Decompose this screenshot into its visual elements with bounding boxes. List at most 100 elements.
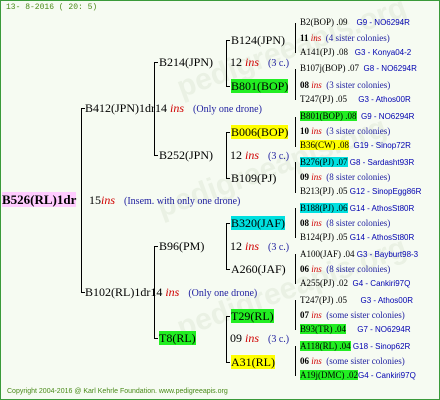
insem-info: 10 ins (3 sister colonies) — [300, 127, 390, 136]
queen-name: B188(PJ) — [300, 203, 335, 213]
insem-note: (3 sister colonies) — [326, 126, 391, 136]
ref-code: G12 - SinopEgg86R — [349, 187, 422, 196]
queen-node[interactable]: B109(PJ) — [231, 172, 276, 184]
queen-node[interactable]: B320(JAF) — [231, 216, 286, 230]
insem-label: ins — [311, 310, 322, 320]
queen-name: B36(CW) — [300, 140, 336, 150]
ancestor-row[interactable]: A100(JAF) .04 G3 - Bayburt98-3 — [300, 250, 418, 259]
ancestor-row[interactable]: T247(PJ) .05 G3 - Athos00R — [300, 296, 413, 305]
tree-line — [154, 155, 158, 156]
queen-name: B102(RL)1dr — [85, 285, 151, 299]
insem-note: (some sister colonies) — [326, 310, 405, 320]
ancestor-row[interactable]: B36(CW) .08 G19 - Sinop72R — [300, 140, 411, 150]
queen-name: A260(JAF) — [231, 262, 286, 276]
queen-node[interactable]: B96(PM) — [159, 240, 204, 252]
year: .05 — [335, 94, 347, 104]
queen-name: B006(BOP) — [231, 125, 289, 139]
queen-name: B107j(BOP) — [300, 63, 346, 73]
ancestor-row[interactable]: B124(PJ) .05 G14 - AthosSt80R — [300, 233, 414, 242]
queen-node[interactable]: B252(JPN) — [159, 149, 213, 161]
ancestor-row[interactable]: B276(PJ) .07 G8 - Sardasht93R — [300, 157, 414, 167]
insem-note: (8 sister colonies) — [326, 264, 391, 274]
insem-note: (3 c.) — [268, 334, 290, 345]
queen-name: B252(JPN) — [159, 148, 214, 162]
queen-name: B124(JPN) — [231, 33, 286, 47]
tree-line — [226, 40, 227, 86]
queen-node[interactable]: B214(JPN) — [159, 56, 213, 68]
queen-name: A19j(DMC) — [300, 370, 345, 380]
queen-node[interactable]: T29(RL) — [231, 309, 274, 323]
queen-name: A255(PJ) — [300, 278, 335, 288]
year: .09 — [336, 17, 348, 27]
ancestor-row[interactable]: T247(PJ) .05 G3 - Athos00R — [300, 95, 411, 104]
year: .04 — [339, 341, 351, 351]
insem-label: ins — [101, 193, 116, 207]
insem-count: 10 — [300, 126, 309, 136]
tree-line — [154, 338, 158, 339]
ancestor-row[interactable]: B213(PJ) .05 G12 - SinopEgg86R — [300, 187, 421, 196]
sire-queen[interactable]: B412(JPN)1dr14 ins (Only one drone) — [85, 102, 262, 115]
queen-node[interactable]: B006(BOP) — [231, 125, 289, 139]
insem-count: 12 — [230, 239, 242, 253]
queen-name: T247(PJ) — [300, 295, 334, 305]
ref-code: G3 - Athos00R — [358, 95, 411, 104]
queen-name: B801(BOP) — [300, 111, 344, 121]
year: .02 — [336, 278, 349, 288]
ref-code: G14 - AthosSt80R — [349, 204, 415, 213]
insem-info: 06 ins (some sister colonies) — [300, 357, 405, 366]
root-queen[interactable]: B526(RL)1dr — [2, 192, 77, 207]
queen-node[interactable]: B124(JPN) — [231, 34, 285, 46]
insem-label: ins — [245, 239, 260, 253]
ancestor-row[interactable]: B107j(BOP) .07 G8 - NO6294R — [300, 64, 417, 73]
insem-note: (3 c.) — [268, 242, 290, 253]
insem-info: 08 ins (3 sister colonies) — [300, 81, 390, 90]
insem-count: 15 — [89, 193, 101, 207]
queen-name: B526(RL)1dr — [2, 192, 77, 207]
tree-line — [81, 108, 82, 292]
ancestor-row[interactable]: A19j(DMC) .02G4 - Cankiri97Q — [300, 370, 416, 380]
ref-code: G3 - Athos00R — [360, 296, 413, 305]
ref-code: G8 - NO6294R — [363, 64, 417, 73]
year: .05 — [336, 186, 348, 196]
queen-node[interactable]: B801(BOP) — [231, 79, 289, 93]
queen-node[interactable]: T8(RL) — [159, 331, 196, 345]
queen-name: A141(PJ) — [300, 47, 335, 57]
tree-line — [226, 316, 227, 362]
tree-line — [226, 316, 230, 317]
ancestor-row[interactable]: A141(PJ) .08 G3 - Konya04-2 — [300, 48, 411, 57]
ancestor-row[interactable]: B2(BOP) .09 G9 - NO6294R — [300, 18, 410, 27]
ancestor-row[interactable]: B188(PJ) .06 G14 - AthosSt80R — [300, 203, 415, 213]
insem-label: ins — [311, 126, 322, 136]
tree-line — [226, 86, 230, 87]
insem-info: 11 ins (4 sister colonies) — [300, 34, 390, 43]
insem-label: ins — [311, 80, 322, 90]
insem-label: ins — [311, 264, 322, 274]
ancestor-row[interactable]: A255(PJ) .02 G4 - Cankiri97Q — [300, 279, 410, 288]
timestamp: 13- 8-2016 ( 20: 5) — [6, 3, 98, 12]
ancestor-row[interactable]: B801(BOP) .08 G9 - NO6294R — [300, 111, 414, 121]
insem-count: 09 — [300, 172, 309, 182]
tree-line — [295, 162, 296, 193]
queen-node[interactable]: A31(RL) — [231, 355, 275, 369]
insem-label: ins — [165, 285, 180, 299]
insem-count: 11 — [300, 33, 309, 43]
ancestor-row[interactable]: B93(TR) .04 G7 - NO6294R — [300, 324, 411, 334]
insem-count: 08 — [300, 80, 309, 90]
tree-line — [295, 208, 296, 238]
insem-label: ins — [311, 218, 322, 228]
queen-name: A118(RL) — [300, 341, 338, 351]
queen-node[interactable]: A260(JAF) — [231, 263, 286, 275]
ancestor-row[interactable]: A118(RL) .04 G18 - Sinop62R — [300, 341, 410, 351]
insem-label: ins — [310, 33, 322, 43]
insem-count: 12 — [230, 148, 242, 162]
year: .08 — [345, 111, 357, 121]
year: .07 — [347, 63, 360, 73]
tree-line — [295, 117, 296, 147]
insem-info: 12 ins (3 c.) — [230, 149, 289, 162]
year: .05 — [336, 232, 348, 242]
ref-code: G14 - AthosSt80R — [349, 233, 415, 242]
insem-note: (8 sister colonies) — [326, 172, 391, 182]
dam-queen[interactable]: B102(RL)1dr14 ins (Only one drone) — [85, 286, 257, 299]
copyright-footer: Copyright 2004-2016 @ Karl Kehrle Founda… — [7, 388, 228, 395]
tree-line — [154, 246, 158, 247]
